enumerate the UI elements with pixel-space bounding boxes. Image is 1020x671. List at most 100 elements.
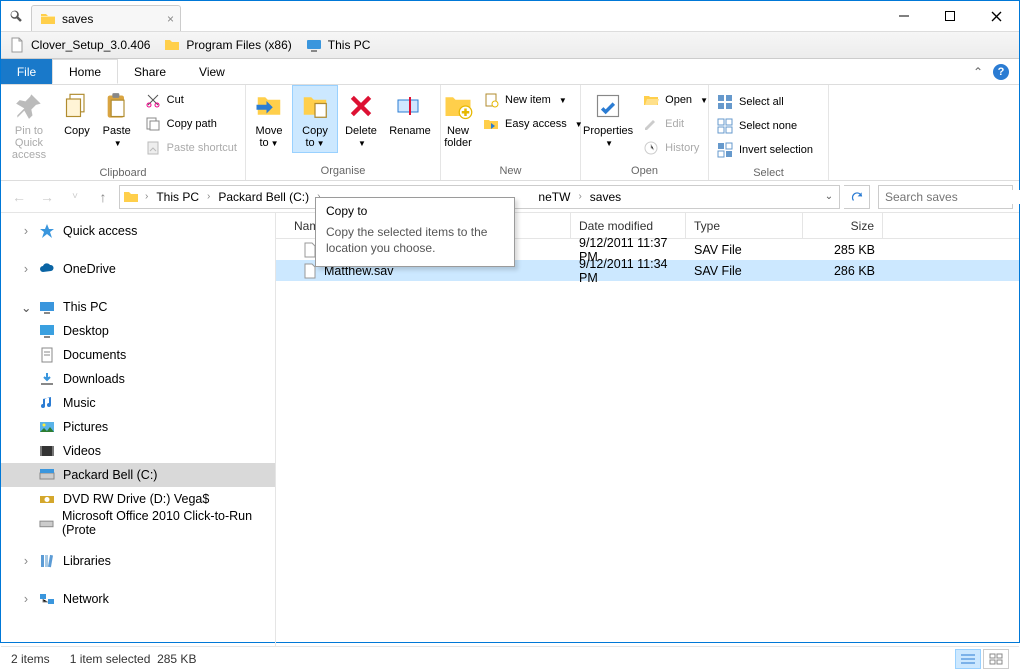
address-dropdown-icon[interactable]: ⌄ [819,191,839,202]
sidebar-documents[interactable]: Documents [1,343,275,367]
open-icon [643,92,659,108]
cut-button[interactable]: Cut [141,89,241,111]
btn-label: New folder [443,125,473,149]
properties-button[interactable]: Properties▼ [581,85,635,153]
sidebar-office-drive[interactable]: Microsoft Office 2010 Click-to-Run (Prot… [1,511,275,535]
sidebar-desktop[interactable]: Desktop [1,319,275,343]
tab-saves[interactable]: saves × [31,5,181,31]
sidebar-dvd-drive[interactable]: DVD RW Drive (D:) Vega$ [1,487,275,511]
download-icon [39,371,55,387]
group-label: Open [581,163,708,180]
sidebar-onedrive[interactable]: ›OneDrive [1,257,275,281]
libraries-icon [39,553,55,569]
recent-button[interactable]: ˅ [63,185,87,209]
music-icon [39,395,55,411]
sidebar-music[interactable]: Music [1,391,275,415]
file-menu[interactable]: File [1,59,52,84]
item-count: 2 items [11,652,50,666]
search-box[interactable] [878,185,1013,209]
copy-button[interactable]: Copy [57,85,97,141]
crumb-drive[interactable]: Packard Bell (C:) [213,190,314,204]
tooltip-title: Copy to [326,204,504,218]
copy-path-icon [145,116,161,132]
history-button[interactable]: History [639,137,712,159]
rename-button[interactable]: Rename [384,85,436,141]
copy-to-button[interactable]: Copy to▼ [292,85,338,153]
minimize-button[interactable] [881,1,927,31]
properties-icon [594,92,622,120]
select-all-button[interactable]: Select all [713,91,817,113]
tab-share[interactable]: Share [118,59,183,84]
tab-view[interactable]: View [183,59,242,84]
select-all-icon [717,94,733,110]
cut-icon [145,92,161,108]
pictures-icon [39,419,55,435]
tab-title: saves [62,12,93,26]
ribbon-collapse-icon[interactable]: ⌃ [973,65,983,79]
col-type[interactable]: Type [686,213,803,238]
invert-icon [717,142,733,158]
new-item-icon [483,92,499,108]
edit-button[interactable]: Edit [639,113,712,135]
group-label: Clipboard [1,165,245,182]
sidebar-packard-bell[interactable]: Packard Bell (C:) [1,463,275,487]
tab-close-icon[interactable]: × [167,12,174,26]
sidebar-libraries[interactable]: ›Libraries [1,549,275,573]
close-button[interactable] [973,1,1019,31]
bookmark-clover-setup[interactable]: Clover_Setup_3.0.406 [9,37,150,53]
paste-button[interactable]: Paste▼ [97,85,137,152]
search-input[interactable] [885,190,1020,204]
help-icon[interactable]: ? [993,64,1009,80]
star-icon [39,223,55,239]
refresh-button[interactable] [844,185,870,209]
pin-to-quick-access-button[interactable]: Pin to Quick access [1,85,57,165]
back-button[interactable]: ← [7,185,31,209]
sidebar-pictures[interactable]: Pictures [1,415,275,439]
invert-selection-button[interactable]: Invert selection [713,139,817,161]
col-date[interactable]: Date modified [571,213,686,238]
sidebar-network[interactable]: ›Network [1,587,275,611]
select-none-button[interactable]: Select none [713,115,817,137]
selection-status: 1 item selected 285 KB [70,652,197,666]
tab-home[interactable]: Home [52,59,118,84]
copy-path-button[interactable]: Copy path [141,113,241,135]
forward-button[interactable]: → [35,185,59,209]
settings-wrench-icon[interactable] [1,1,31,31]
new-folder-icon [443,91,473,121]
pc-icon [39,299,55,315]
pc-icon [306,37,322,53]
sidebar-quick-access[interactable]: ›Quick access [1,219,275,243]
sidebar-videos[interactable]: Videos [1,439,275,463]
crumb-saves[interactable]: saves [585,190,626,204]
btn-label: Paste [103,125,131,137]
tooltip-body: Copy the selected items to the location … [326,224,504,256]
btn-label: Rename [389,125,431,137]
col-size[interactable]: Size [803,213,883,238]
easy-access-button[interactable]: Easy access▼ [479,113,587,135]
btn-label: Move to▼ [248,125,290,149]
sidebar-this-pc[interactable]: ⌄This PC [1,295,275,319]
crumb-this-pc[interactable]: This PC [151,190,204,204]
paste-shortcut-button[interactable]: Paste shortcut [141,137,241,159]
bookmark-program-files[interactable]: Program Files (x86) [164,37,291,53]
up-button[interactable]: ↑ [91,185,115,209]
bookmark-label: This PC [328,38,371,52]
delete-button[interactable]: Delete▼ [338,85,384,153]
open-button[interactable]: Open▼ [639,89,712,111]
paste-icon [103,92,131,120]
bookmark-this-pc[interactable]: This PC [306,37,371,53]
copy-to-tooltip: Copy to Copy the selected items to the l… [315,197,515,267]
folder-icon [164,37,180,53]
drive-icon [39,515,54,531]
crumb-netw[interactable]: neTW [533,190,575,204]
status-bar: 2 items 1 item selected 285 KB [1,646,1019,671]
move-to-button[interactable]: Move to▼ [246,85,292,153]
select-none-icon [717,118,733,134]
pin-icon [15,92,43,120]
new-folder-button[interactable]: New folder [441,85,475,153]
thumbnails-view-button[interactable] [983,649,1009,669]
maximize-button[interactable] [927,1,973,31]
details-view-button[interactable] [955,649,981,669]
sidebar-downloads[interactable]: Downloads [1,367,275,391]
new-item-button[interactable]: New item▼ [479,89,587,111]
